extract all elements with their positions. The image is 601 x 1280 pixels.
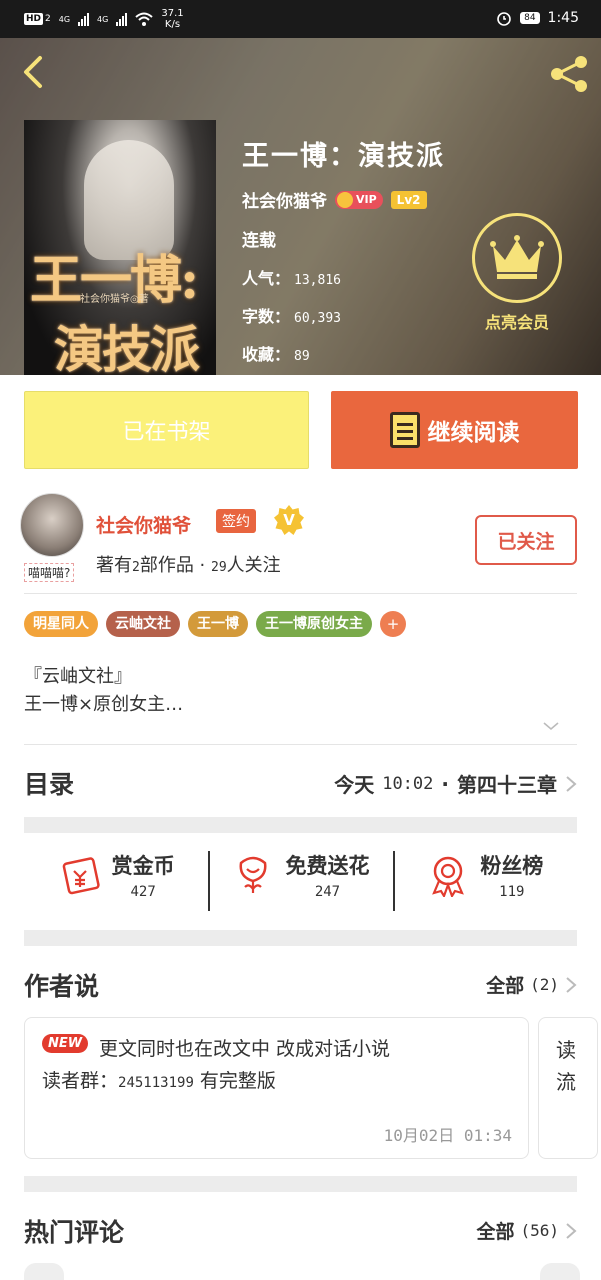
clock: 1:45 — [547, 10, 579, 26]
followed-button[interactable]: 已关注 — [475, 515, 577, 565]
book-info: 王一博：演技派 社会你猫爷 VIP Lv2 连载 人气： 13,816 字数： 60… — [242, 134, 445, 365]
author-works: 著有2部作品 · 29人关注 — [96, 555, 281, 576]
in-shelf-button[interactable]: 已在书架 — [24, 391, 309, 469]
share-icon[interactable] — [547, 52, 591, 96]
divider — [24, 744, 577, 745]
back-icon[interactable] — [16, 52, 52, 92]
member-label: 点亮会员 — [484, 313, 549, 332]
wifi-icon — [135, 12, 154, 26]
chevron-right-icon — [566, 1222, 577, 1239]
book-author[interactable]: 社会你猫爷 — [242, 187, 327, 212]
net-speed: 37.1 K/s — [161, 8, 184, 30]
tag-item[interactable]: 云岫文社 — [106, 611, 180, 637]
reward-coins-button[interactable]: 赏金币 427 — [24, 835, 208, 915]
signed-badge: 签约 — [216, 509, 256, 533]
book-header: 王一博: 社会你猫爷◎著 演技派 王一博：演技派 社会你猫爷 VIP Lv2 连… — [0, 38, 601, 375]
avatar-tag: 喵喵喵? — [24, 563, 75, 582]
stat-popularity: 人气： 13,816 — [242, 269, 341, 288]
author-note-card[interactable]: NEW 更文同时也在改文中 改成对话小说 读者群：245113199 有完整版 … — [24, 1017, 529, 1159]
latest-chapter: 今天 10:02 · 第四十三章 — [334, 769, 577, 798]
alarm-icon — [497, 12, 511, 26]
status-bar: HD 2 4G 4G 37.1 K/s 84 1:45 — [0, 0, 601, 38]
member-button[interactable]: 点亮会员 — [472, 213, 562, 333]
vip-badge: VIP — [335, 190, 383, 209]
comment-peek — [540, 1263, 580, 1280]
book-author-line: 社会你猫爷 VIP Lv2 — [242, 187, 445, 212]
chevron-down-icon[interactable] — [542, 721, 560, 731]
synopsis[interactable]: 『云岫文社』 王一博×原创女主… — [24, 663, 183, 719]
signal-icon-2 — [116, 12, 128, 26]
table-of-contents-row[interactable]: 目录 今天 10:02 · 第四十三章 — [24, 765, 577, 805]
level-badge: Lv2 — [390, 190, 427, 209]
book-detail-main: 已在书架 继续阅读 喵喵喵? 社会你猫爷 签约 V 著有2部作品 · 29人关注… — [0, 375, 601, 1280]
coin-envelope-icon — [62, 857, 100, 895]
new-badge: NEW — [42, 1034, 89, 1053]
battery-icon: 84 — [520, 12, 540, 24]
section-band — [24, 1176, 577, 1192]
author-name[interactable]: 社会你猫爷 — [96, 511, 191, 538]
net-type-1: 4G — [58, 14, 71, 24]
vip-crown-icon — [337, 191, 353, 208]
avatar[interactable] — [20, 493, 84, 557]
signal-icon — [78, 12, 90, 26]
serial-status: 连载 — [242, 231, 276, 251]
book-icon — [389, 412, 420, 448]
author-says-title: 作者说 — [24, 972, 100, 1001]
hot-comments-title: 热门评论 — [24, 1218, 125, 1247]
toc-title: 目录 — [24, 770, 75, 799]
divider — [24, 593, 577, 594]
author-says-header: 作者说 全部 (2) — [24, 967, 577, 1007]
section-band — [24, 817, 577, 833]
note-peek-text: 读 流 — [556, 1038, 576, 1094]
send-flower-button[interactable]: 免费送花 247 — [208, 835, 392, 915]
net-type-2: 4G — [97, 14, 109, 24]
chevron-right-icon — [566, 775, 577, 792]
medal-icon — [432, 856, 465, 897]
note-line1: 更文同时也在改文中 改成对话小说 — [99, 1038, 391, 1060]
book-title: 王一博：演技派 — [242, 141, 445, 172]
hd-badge: HD — [24, 13, 44, 25]
continue-reading-button[interactable]: 继续阅读 — [331, 391, 578, 469]
hot-comments-header: 热门评论 全部 (56) — [24, 1213, 577, 1253]
fan-ranking-button[interactable]: 粉丝榜 119 — [392, 835, 577, 915]
tag-item[interactable]: 王一博 — [188, 611, 248, 637]
tag-item[interactable]: 王一博原创女主 — [256, 611, 372, 637]
synopsis-line2: 王一博×原创女主… — [24, 694, 184, 715]
crown-icon — [490, 235, 544, 279]
cover-title-line2: 演技派 — [54, 320, 200, 375]
chevron-right-icon — [566, 976, 577, 993]
stat-favorites: 收藏： 89 — [242, 345, 310, 364]
book-cover[interactable]: 王一博: 社会你猫爷◎著 演技派 — [24, 120, 216, 375]
action-row: 赏金币 427 免费送花 247 粉丝榜 119 — [24, 835, 577, 915]
section-band — [24, 930, 577, 946]
verified-icon: V — [274, 505, 304, 535]
note-date: 10月02日 01:34 — [383, 1126, 512, 1145]
synopsis-line1: 『云岫文社』 — [24, 666, 132, 687]
cover-author: 社会你猫爷◎著 — [80, 294, 149, 305]
add-tag-button[interactable]: + — [380, 611, 406, 637]
author-says-more[interactable]: 全部 (2) — [486, 971, 577, 998]
member-circle — [472, 213, 562, 303]
continue-reading-label: 继续阅读 — [427, 420, 520, 446]
flower-icon — [239, 856, 267, 893]
sim-number: 2 — [45, 14, 51, 24]
author-note-card-next[interactable]: 读 流 — [538, 1017, 598, 1159]
author-card: 喵喵喵? 社会你猫爷 签约 V 著有2部作品 · 29人关注 已关注 — [20, 493, 580, 593]
note-line2: 读者群：245113199 有完整版 — [42, 1070, 276, 1092]
hot-comments-more[interactable]: 全部 (56) — [476, 1217, 577, 1244]
tag-list: 明星同人 云岫文社 王一博 王一博原创女主 + — [24, 611, 406, 637]
stat-word-count: 字数： 60,393 — [242, 307, 341, 326]
comment-peek — [24, 1263, 64, 1280]
tag-item[interactable]: 明星同人 — [24, 611, 98, 637]
